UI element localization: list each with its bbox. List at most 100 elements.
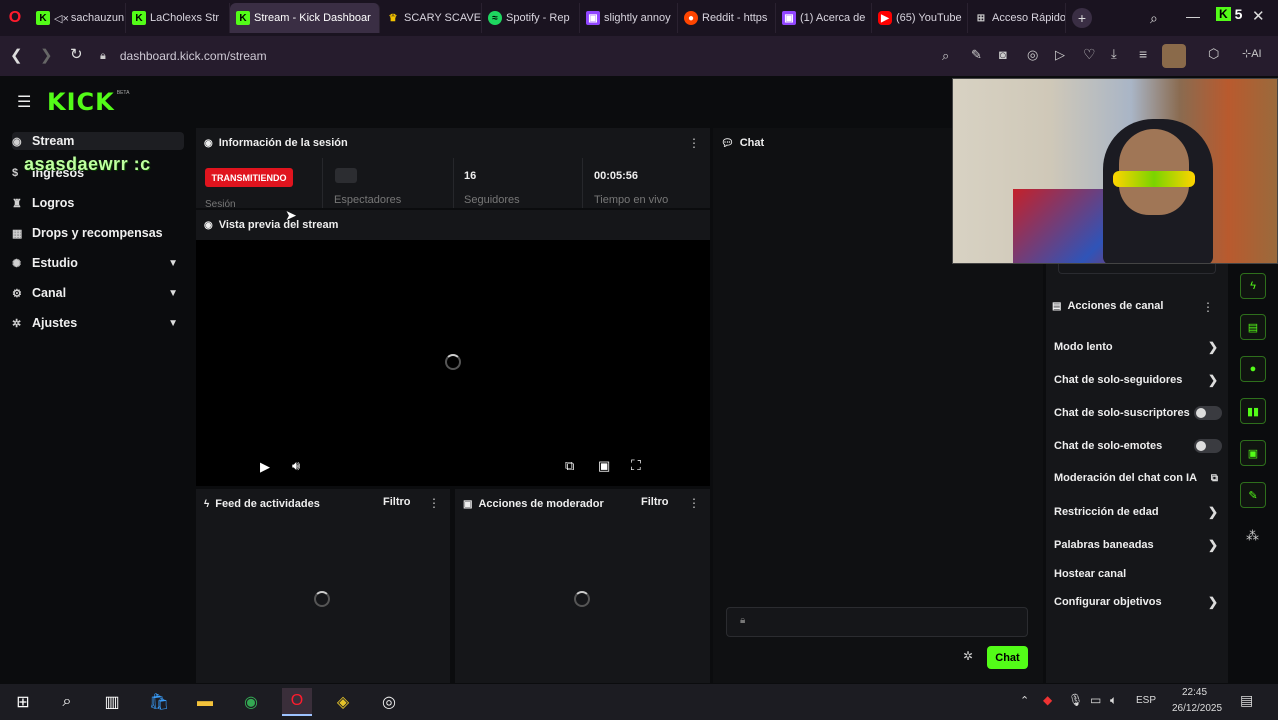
edit-icon[interactable]: ✎ — [971, 47, 982, 63]
kebab-menu-icon[interactable]: ⋮ — [1202, 300, 1214, 314]
gear-icon: ✲ — [12, 317, 22, 330]
opera-gx-icon[interactable]: O — [282, 688, 312, 716]
volume-button[interactable]: 🔊︎ — [292, 458, 300, 474]
status-badge: TRANSMITIENDO — [205, 168, 293, 187]
notes-rail-button[interactable]: ▤ — [1240, 314, 1266, 340]
kebab-menu-icon[interactable]: ⋮ — [428, 496, 440, 510]
twitch-favicon-icon: ▣ — [782, 11, 796, 25]
action-ai-moderation[interactable]: Moderación del chat con IA ⧉ — [1054, 465, 1222, 491]
avatar[interactable] — [1162, 44, 1186, 68]
action-host-channel[interactable]: Hostear canal — [1054, 561, 1222, 587]
sidebar-item-ajustes[interactable]: ✲ Ajustes ▼ — [12, 313, 184, 333]
shield-icon[interactable]: ◎ — [1027, 47, 1038, 63]
sidebar-item-drops[interactable]: ▦ Drops y recompensas — [12, 223, 184, 243]
reload-icon[interactable]: ↻ — [70, 45, 83, 63]
windows-start-icon[interactable]: ⊞ — [8, 688, 38, 716]
clock-time[interactable]: 22:45 — [1182, 687, 1207, 698]
opera-menu-icon[interactable]: O — [0, 0, 30, 36]
play-extension-icon[interactable]: ▷ — [1055, 47, 1065, 63]
microphone-icon[interactable]: 🎙︎ — [1068, 693, 1083, 707]
bolt-rail-button[interactable]: ϟ — [1240, 273, 1266, 299]
kick-logo[interactable]: KICK BETA — [47, 88, 129, 116]
back-icon[interactable]: ❮ — [10, 46, 23, 64]
chevron-down-icon: ▼ — [168, 287, 178, 299]
chrome-icon[interactable]: ◉ — [236, 688, 266, 716]
download-icon[interactable]: ⤓ — [1111, 46, 1117, 62]
chevron-right-icon: ❯ — [1207, 538, 1218, 552]
chevron-right-icon: ❯ — [1207, 373, 1218, 387]
browser-tab[interactable]: ▶ (65) YouTube — [872, 3, 968, 33]
fullscreen-button[interactable]: ⛶ — [631, 457, 641, 474]
browser-tab-active[interactable]: K Stream - Kick Dashboar — [230, 3, 380, 33]
close-window-button[interactable]: ✕ — [1252, 7, 1265, 25]
sidebar-item-estudio[interactable]: ✺ Estudio ▼ — [12, 253, 184, 273]
sidebar-item-logros[interactable]: ♜ Logros — [12, 193, 184, 213]
new-tab-button[interactable]: + — [1072, 8, 1092, 28]
forward-icon[interactable]: ❯ — [40, 46, 53, 64]
browser-tab[interactable]: ▣ (1) Acerca de — [776, 3, 872, 33]
network-icon[interactable]: ▭ — [1090, 693, 1101, 707]
browser-tab[interactable]: ● Reddit - https — [678, 3, 776, 33]
palette-icon: ✺ — [12, 257, 22, 270]
chat-input[interactable]: 🔒︎ — [726, 607, 1028, 637]
browser-tab[interactable]: ⊞ Acceso Rápido — [968, 3, 1066, 33]
emotes-only-toggle[interactable] — [1194, 439, 1222, 453]
tray-chevron-icon[interactable]: ⌃ — [1020, 694, 1029, 707]
camera-icon[interactable]: ◙ — [999, 47, 1007, 62]
clock-date[interactable]: 26/12/2025 — [1172, 703, 1222, 714]
channel-icon: ▤ — [1052, 300, 1062, 312]
add-widget-icon[interactable]: ⁂ — [1246, 528, 1259, 544]
kebab-menu-icon[interactable]: ⋮ — [688, 136, 700, 150]
divider — [453, 158, 454, 208]
action-age-restriction[interactable]: Restricción de edad ❯ — [1054, 499, 1222, 525]
language-indicator[interactable]: ESP — [1136, 695, 1156, 706]
browser-tab[interactable]: K LaCholexs Str — [126, 3, 230, 33]
miniplayer-button[interactable]: ⧉ — [565, 458, 574, 474]
sidebar-item-stream[interactable]: ◉ Stream — [12, 132, 184, 150]
browser-tab[interactable]: ≈ Spotify - Rep — [482, 3, 580, 33]
theater-button[interactable]: ▣ — [598, 458, 610, 474]
stream-preview-header: ◉ Vista previa del stream — [196, 210, 710, 240]
subscribers-only-toggle[interactable] — [1194, 406, 1222, 420]
kebab-menu-icon[interactable]: ⋮ — [688, 496, 700, 510]
menu-icon[interactable]: ≡ — [1139, 46, 1147, 62]
obs-icon[interactable]: ◎ — [374, 688, 404, 716]
tools-rail-button[interactable]: ✎ — [1240, 482, 1266, 508]
filter-button[interactable]: Filtro — [383, 496, 411, 508]
action-banned-words[interactable]: Palabras baneadas ❯ — [1054, 532, 1222, 558]
action-configure-goals[interactable]: Configurar objetivos ❯ — [1054, 589, 1222, 615]
play-button[interactable]: ▶ — [260, 459, 270, 475]
tab-label: (65) YouTube — [896, 12, 962, 24]
chat-settings-icon[interactable]: ✲ — [963, 649, 973, 663]
store-icon[interactable]: 🛍︎ — [144, 688, 174, 716]
tray-app-icon[interactable]: ◆ — [1043, 693, 1052, 707]
sidebar-item-canal[interactable]: ⚙︎ Canal ▼ — [12, 283, 184, 303]
layout-rail-button[interactable]: ▣ — [1240, 440, 1266, 466]
task-view-icon[interactable]: ▥ — [97, 688, 127, 716]
minimize-button[interactable]: — — [1186, 8, 1200, 24]
app-icon[interactable]: ◈ — [328, 688, 358, 716]
bolt-icon: ϟ — [1250, 280, 1256, 292]
search-icon[interactable]: ⌕ — [52, 688, 82, 716]
ai-button[interactable]: ⊹AI — [1242, 47, 1262, 60]
action-slow-mode[interactable]: Modo lento ❯ — [1054, 334, 1222, 360]
hamburger-menu-icon[interactable]: ☰ — [17, 92, 31, 112]
zoom-search-icon[interactable]: ⌕ — [942, 48, 949, 64]
volume-icon[interactable]: 🔈︎ — [1110, 693, 1117, 708]
browser-tab[interactable]: ▣ slightly annoy — [580, 3, 678, 33]
heart-icon[interactable]: ♡ — [1083, 46, 1096, 63]
chat-send-button[interactable]: Chat — [987, 646, 1028, 669]
folder-icon[interactable]: ▬ — [190, 688, 220, 716]
action-followers-only[interactable]: Chat de solo-seguidores ❯ — [1054, 367, 1222, 393]
url-field[interactable]: 🔒︎ dashboard.kick.com/stream — [100, 42, 880, 70]
notifications-icon[interactable]: ▤ — [1240, 692, 1253, 709]
browser-tab[interactable]: K ◁× sachauzun — [30, 3, 126, 33]
chat-rail-button[interactable]: ● — [1240, 356, 1266, 382]
tab-label: Spotify - Rep — [506, 12, 570, 24]
filter-button[interactable]: Filtro — [641, 496, 669, 508]
extensions-icon[interactable]: ⬡ — [1208, 46, 1219, 62]
media-rail-button[interactable]: ▮▮ — [1240, 398, 1266, 424]
browser-tab[interactable]: ♛ SCARY SCAVE — [380, 3, 482, 33]
webcam-sunglasses — [1113, 171, 1195, 187]
search-tabs-icon[interactable]: ⌕ — [1150, 10, 1158, 27]
